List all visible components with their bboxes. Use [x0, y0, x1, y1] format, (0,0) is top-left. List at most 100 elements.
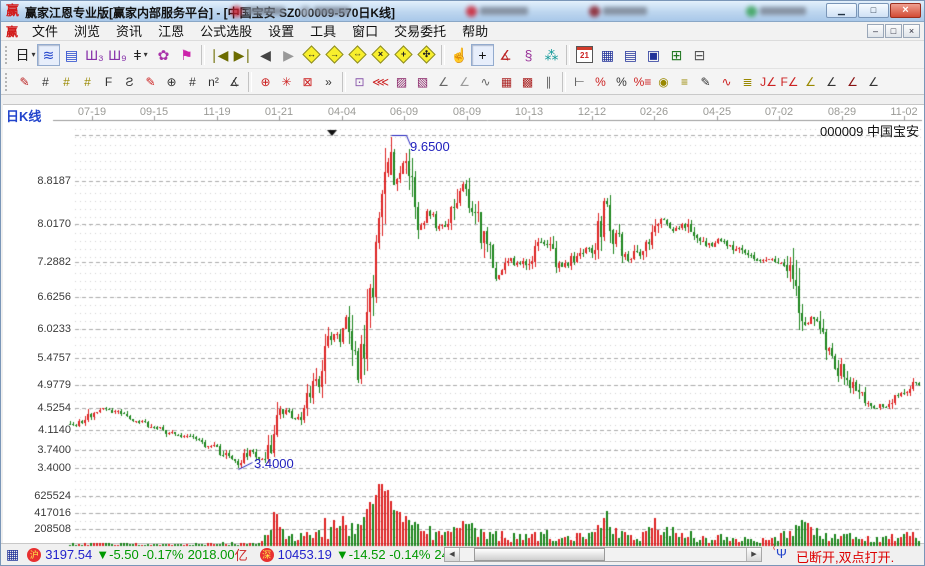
calculator-status-icon[interactable]: ▦	[6, 546, 19, 563]
maximize-button[interactable]: □	[858, 3, 889, 18]
gold-grid-button[interactable]: #	[56, 72, 77, 92]
kline-chart-canvas[interactable]	[3, 105, 924, 547]
calendar-button[interactable]: 21	[573, 44, 596, 66]
low-price-annotation[interactable]: 3.4000	[254, 456, 294, 471]
mdi-minimize-button[interactable]: –	[867, 24, 884, 38]
zoom-h-in-button[interactable]: →	[323, 44, 346, 66]
ruler-grid-button[interactable]: #	[182, 72, 203, 92]
angle-line-button[interactable]: ∠	[433, 72, 454, 92]
wave-ruler-button[interactable]: ∿	[716, 72, 737, 92]
info-list-button[interactable]: ▤	[60, 44, 83, 66]
fan-box-2-button[interactable]: ▧	[412, 72, 433, 92]
minimize-button[interactable]: ▁	[826, 3, 857, 18]
fan-box-button[interactable]: ▨	[391, 72, 412, 92]
gold-section-button[interactable]: ◉	[653, 72, 674, 92]
export-web-button[interactable]: ⊞	[665, 44, 688, 66]
grid-box-2-button[interactable]: ▩	[517, 72, 538, 92]
goto-last-button[interactable]: ▶∣	[231, 44, 254, 66]
notes-button[interactable]: ▤	[619, 44, 642, 66]
pen-ruler-button[interactable]: ✎	[695, 72, 716, 92]
zone-chart-button[interactable]: ≋	[37, 44, 60, 66]
grid-box-button[interactable]: ▦	[496, 72, 517, 92]
chevron-down-icon[interactable]: ▾	[31, 50, 35, 59]
scroll-left-arrow-icon[interactable]: ◀	[445, 548, 460, 561]
pan-hand-button[interactable]: ☝	[448, 44, 471, 66]
blurred-chat-item[interactable]	[589, 4, 651, 18]
more-tools-button[interactable]: »	[318, 72, 339, 92]
f-angle-button[interactable]: F∠	[779, 72, 800, 92]
scroll-right-arrow-icon[interactable]: ▶	[746, 548, 761, 561]
blurred-chat-item[interactable]	[231, 4, 289, 18]
angle-a-button[interactable]: ∡	[224, 72, 245, 92]
mdi-close-button[interactable]: ×	[903, 24, 920, 38]
x-angle-button[interactable]: ∠	[863, 72, 884, 92]
close-button[interactable]: ×	[890, 3, 921, 18]
blurred-chat-item[interactable]	[746, 4, 812, 18]
gold-lines-button[interactable]: ≡	[674, 72, 695, 92]
antenna-connection-icon[interactable]: Ψ	[776, 546, 787, 561]
goto-first-button[interactable]: ∣◀	[208, 44, 231, 66]
flag-tool-button[interactable]: ⚑	[175, 44, 198, 66]
scale-ruler-button[interactable]: ⊢	[569, 72, 590, 92]
percent-line-button[interactable]: %	[590, 72, 611, 92]
scrollbar-track[interactable]	[460, 548, 746, 561]
menu-工具[interactable]: 工具	[302, 24, 344, 39]
minute-3-chart-button[interactable]: Ш₃	[83, 44, 106, 66]
chevron-down-icon[interactable]: ▾	[144, 50, 148, 59]
menu-帮助[interactable]: 帮助	[454, 24, 496, 39]
zigzag-line-button[interactable]: ∿	[475, 72, 496, 92]
blurred-chat-item[interactable]	[300, 4, 352, 18]
compress-h-button[interactable]: ×	[369, 44, 392, 66]
menu-江恩[interactable]: 江恩	[150, 24, 192, 39]
connection-status-text[interactable]: 已断开,双点打开.	[796, 547, 894, 566]
spider-web-button[interactable]: ✳	[276, 72, 297, 92]
period-day-button[interactable]: 日▾	[14, 44, 37, 66]
parallel-lines-button[interactable]: ∥	[538, 72, 559, 92]
cycle-circle-button[interactable]: ⊕	[161, 72, 182, 92]
fibonacci-grid-button[interactable]: F	[98, 72, 119, 92]
gold-angle-button[interactable]: ∠	[800, 72, 821, 92]
stamp-tool-button[interactable]: ✿	[152, 44, 175, 66]
chart-horizontal-scrollbar[interactable]: ◀ ▶	[444, 547, 762, 562]
angle-measure-button[interactable]: ∡	[494, 44, 517, 66]
calculator-button[interactable]: ▦	[596, 44, 619, 66]
prev-bar-button[interactable]: ◀	[254, 44, 277, 66]
box-tool-button[interactable]: ⊡	[349, 72, 370, 92]
square-web-button[interactable]: ⊠	[297, 72, 318, 92]
zoom-all-out-button[interactable]: ✣	[415, 44, 438, 66]
next-bar-button[interactable]: ▶	[277, 44, 300, 66]
zoom-h-out-button[interactable]: ↔	[300, 44, 323, 66]
percent-lines-button[interactable]: %≡	[632, 72, 653, 92]
menu-公式选股[interactable]: 公式选股	[192, 24, 260, 39]
menu-浏览[interactable]: 浏览	[66, 24, 108, 39]
mdi-restore-button[interactable]: □	[885, 24, 902, 38]
menu-设置[interactable]: 设置	[260, 24, 302, 39]
menu-文件[interactable]: 文件	[24, 24, 66, 39]
scrollbar-thumb[interactable]	[474, 548, 605, 561]
menu-窗口[interactable]: 窗口	[344, 24, 386, 39]
brush-tool-button[interactable]: ✎	[140, 72, 161, 92]
menu-资讯[interactable]: 资讯	[108, 24, 150, 39]
high-price-annotation[interactable]: 9.6500	[410, 139, 450, 154]
win-angle-button[interactable]: ∠	[842, 72, 863, 92]
angle-line-2-button[interactable]: ∠	[454, 72, 475, 92]
j-angle-button[interactable]: J∠	[758, 72, 779, 92]
menu-交易委托[interactable]: 交易委托	[386, 24, 454, 39]
data-transfer-button[interactable]: ⊟	[688, 44, 711, 66]
draw-pen-button[interactable]: ✎	[14, 72, 35, 92]
spiral-grid-button[interactable]: Ƨ	[119, 72, 140, 92]
toolbar-grip[interactable]	[5, 73, 10, 91]
gann-wheel-button[interactable]: ⊕	[255, 72, 276, 92]
gann-fan-button[interactable]: ⋘	[370, 72, 391, 92]
n-square-button[interactable]: n²	[203, 72, 224, 92]
gann-stamp-button[interactable]: §	[517, 44, 540, 66]
percent-button[interactable]: %	[611, 72, 632, 92]
zoom-all-in-button[interactable]: +	[392, 44, 415, 66]
toolbar-grip[interactable]	[5, 46, 10, 64]
expand-h-button[interactable]: ⇔	[346, 44, 369, 66]
time-grid-button[interactable]: #	[35, 72, 56, 92]
minute-9-chart-button[interactable]: Ш₉	[106, 44, 129, 66]
wave-brain-button[interactable]: ⁂	[540, 44, 563, 66]
gold-channel-button[interactable]: ≣	[737, 72, 758, 92]
speed-line-button[interactable]: ∠	[821, 72, 842, 92]
